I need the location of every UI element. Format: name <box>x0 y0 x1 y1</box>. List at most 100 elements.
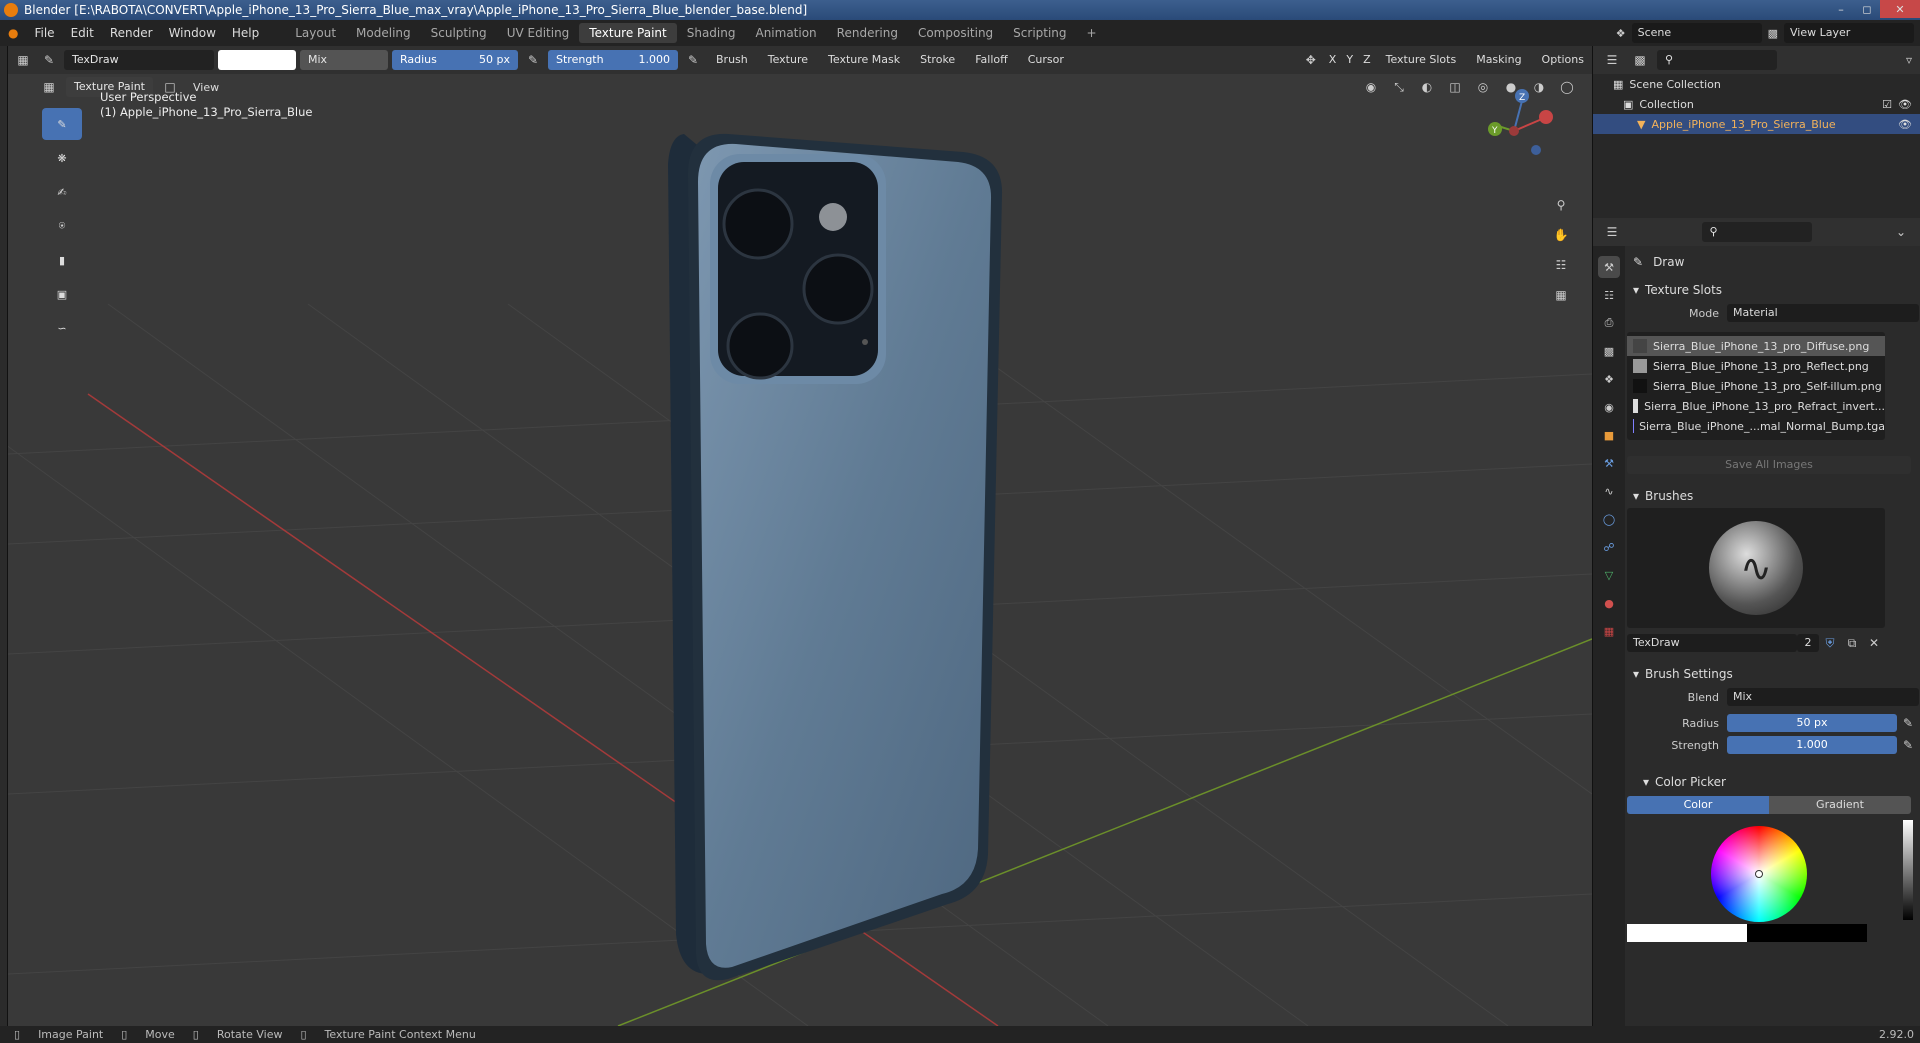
masking-dropdown[interactable]: Masking <box>1468 50 1529 70</box>
3d-viewport[interactable]: Z Y <box>8 74 1592 1026</box>
filter-icon[interactable]: ▿ <box>1898 50 1920 70</box>
tab-color[interactable]: Color <box>1627 796 1769 814</box>
camera-view-icon[interactable]: ☷ <box>1550 255 1572 275</box>
outliner-search-input[interactable]: ⚲ <box>1657 50 1777 70</box>
radius-slider[interactable]: Radius 50 px <box>392 50 518 70</box>
zoom-icon[interactable]: ⚲ <box>1550 195 1572 215</box>
menu-window[interactable]: Window <box>161 26 224 40</box>
gizmo-icon[interactable]: ⤡ <box>1388 77 1410 97</box>
output-tab-icon[interactable]: ⎙ <box>1598 312 1620 334</box>
axis-y-toggle[interactable]: Y <box>1343 50 1356 70</box>
outliner-editor-icon[interactable]: ☰ <box>1601 50 1623 70</box>
texture-dropdown[interactable]: Texture <box>760 50 816 70</box>
brush-name-field[interactable]: TexDraw <box>64 50 214 70</box>
soften-tool-icon[interactable]: ❋ <box>42 142 82 174</box>
radius-slider[interactable]: 50 px <box>1727 714 1897 732</box>
view-layer-field[interactable]: View Layer <box>1784 23 1914 43</box>
tab-sculpting[interactable]: Sculpting <box>421 23 497 43</box>
mask-tool-icon[interactable]: ▣ <box>42 278 82 310</box>
symmetry-icon[interactable]: ✥ <box>1300 50 1322 70</box>
brush-name-field[interactable]: TexDraw <box>1627 634 1797 652</box>
object-eye-icon[interactable]: 👁 <box>1898 118 1912 131</box>
xray-icon[interactable]: ◫ <box>1444 77 1466 97</box>
menu-file[interactable]: File <box>26 26 62 40</box>
axis-x-toggle[interactable]: X <box>1326 50 1340 70</box>
properties-search-input[interactable]: ⚲ <box>1701 222 1812 242</box>
radius-pressure-icon[interactable]: ✎ <box>1897 713 1919 733</box>
falloff-dropdown[interactable]: Falloff <box>967 50 1015 70</box>
color-swatch[interactable] <box>218 50 296 70</box>
blender-menu-icon[interactable]: ● <box>0 26 26 40</box>
color-wheel[interactable] <box>1711 826 1807 922</box>
visibility-icon[interactable]: ◉ <box>1360 77 1382 97</box>
ortho-grid-icon[interactable]: ▦ <box>1550 285 1572 305</box>
data-tab-icon[interactable]: ▽ <box>1598 564 1620 586</box>
texture-slots-header[interactable]: ▾ Texture Slots <box>1627 278 1919 302</box>
strength-slider[interactable]: Strength 1.000 <box>548 50 678 70</box>
solid-shading-icon[interactable]: ● <box>1500 77 1522 97</box>
object-tab-icon[interactable]: ■ <box>1598 424 1620 446</box>
render-tab-icon[interactable]: ☷ <box>1598 284 1620 306</box>
brush-settings-header[interactable]: ▾ Brush Settings <box>1627 662 1919 686</box>
physics-tab-icon[interactable]: ◯ <box>1598 508 1620 530</box>
tab-compositing[interactable]: Compositing <box>908 23 1003 43</box>
options-dropdown[interactable]: Options <box>1534 50 1592 70</box>
pan-hand-icon[interactable]: ✋ <box>1550 225 1572 245</box>
display-mode-icon[interactable]: ▩ <box>1629 50 1651 70</box>
texture-slot-item[interactable]: Sierra_Blue_iPhone_13_pro_Reflect.png <box>1627 356 1885 376</box>
color-picker-header[interactable]: ▾ Color Picker <box>1627 770 1919 794</box>
tab-animation[interactable]: Animation <box>745 23 826 43</box>
close-button[interactable]: ✕ <box>1880 0 1920 18</box>
save-all-images-button[interactable]: Save All Images <box>1627 456 1911 474</box>
color-wheel-cursor[interactable] <box>1755 870 1763 878</box>
brush-preview[interactable]: ∿ <box>1627 508 1885 628</box>
stroke-dropdown[interactable]: Stroke <box>912 50 963 70</box>
texture-slot-item[interactable]: Sierra_Blue_iPhone_13_pro_Self-illum.png <box>1627 376 1885 396</box>
blend-dropdown-field[interactable]: Mix <box>1727 688 1919 706</box>
world-tab-icon[interactable]: ◉ <box>1598 396 1620 418</box>
tab-gradient[interactable]: Gradient <box>1769 796 1911 814</box>
tab-shading[interactable]: Shading <box>677 23 746 43</box>
modifier-tab-icon[interactable]: ⚒ <box>1598 452 1620 474</box>
strength-pressure-icon[interactable]: ✎ <box>682 50 704 70</box>
particles-tab-icon[interactable]: ∿ <box>1598 480 1620 502</box>
cursor-dropdown[interactable]: Cursor <box>1020 50 1072 70</box>
texture-slot-item[interactable]: Sierra_Blue_iPhone_...mal_Normal_Bump.tg… <box>1627 416 1885 436</box>
menu-help[interactable]: Help <box>224 26 267 40</box>
blend-dropdown[interactable]: Mix <box>300 50 388 70</box>
strength-slider[interactable]: 1.000 <box>1727 736 1897 754</box>
clone-tool-icon[interactable]: ⍟ <box>42 210 82 242</box>
texture-slot-item[interactable]: Sierra_Blue_iPhone_13_pro_Diffuse.png <box>1627 336 1885 356</box>
object-row[interactable]: ▼ Apple_iPhone_13_Pro_Sierra_Blue 👁 <box>1593 114 1920 134</box>
texture-slot-item[interactable]: Sierra_Blue_iPhone_13_pro_Refract_invert… <box>1627 396 1885 416</box>
duplicate-brush-icon[interactable]: ⧉ <box>1841 633 1863 653</box>
collection-checkbox-icon[interactable]: ☑ <box>1882 98 1892 111</box>
annotate-tool-icon[interactable]: ∽ <box>42 312 82 344</box>
maximize-button[interactable]: ◻ <box>1854 0 1880 18</box>
texture-slots-dropdown[interactable]: Texture Slots <box>1378 50 1465 70</box>
tab-rendering[interactable]: Rendering <box>827 23 908 43</box>
view-layer-tab-icon[interactable]: ▩ <box>1598 340 1620 362</box>
menu-edit[interactable]: Edit <box>63 26 102 40</box>
brush-dropdown[interactable]: Brush <box>708 50 756 70</box>
smear-tool-icon[interactable]: ✍ <box>42 176 82 208</box>
collection-eye-icon[interactable]: 👁 <box>1898 98 1912 111</box>
color-swatch-bar[interactable] <box>1627 924 1867 942</box>
tool-tab-icon[interactable]: ⚒ <box>1598 256 1620 278</box>
wireframe-shading-icon[interactable]: ◎ <box>1472 77 1494 97</box>
scene-field[interactable]: Scene <box>1631 23 1762 43</box>
strength-pressure-icon[interactable]: ✎ <box>1897 735 1919 755</box>
properties-editor-icon[interactable]: ☰ <box>1601 222 1623 242</box>
pressure-icon[interactable]: ✎ <box>522 50 544 70</box>
editor-type-icon[interactable]: ▦ <box>12 50 34 70</box>
scene-collection-row[interactable]: ▦ Scene Collection <box>1593 74 1920 94</box>
mode-dropdown-field[interactable]: Material <box>1727 304 1919 322</box>
tab-texture-paint[interactable]: Texture Paint <box>579 23 677 43</box>
axis-z-toggle[interactable]: Z <box>1360 50 1374 70</box>
add-workspace-button[interactable]: + <box>1077 23 1107 43</box>
constraints-tab-icon[interactable]: ☍ <box>1598 536 1620 558</box>
tab-modeling[interactable]: Modeling <box>346 23 421 43</box>
overlay-icon[interactable]: ◐ <box>1416 77 1438 97</box>
brushes-header[interactable]: ▾ Brushes <box>1627 484 1919 508</box>
collection-row[interactable]: ▣ Collection ☑ 👁 <box>1593 94 1920 114</box>
